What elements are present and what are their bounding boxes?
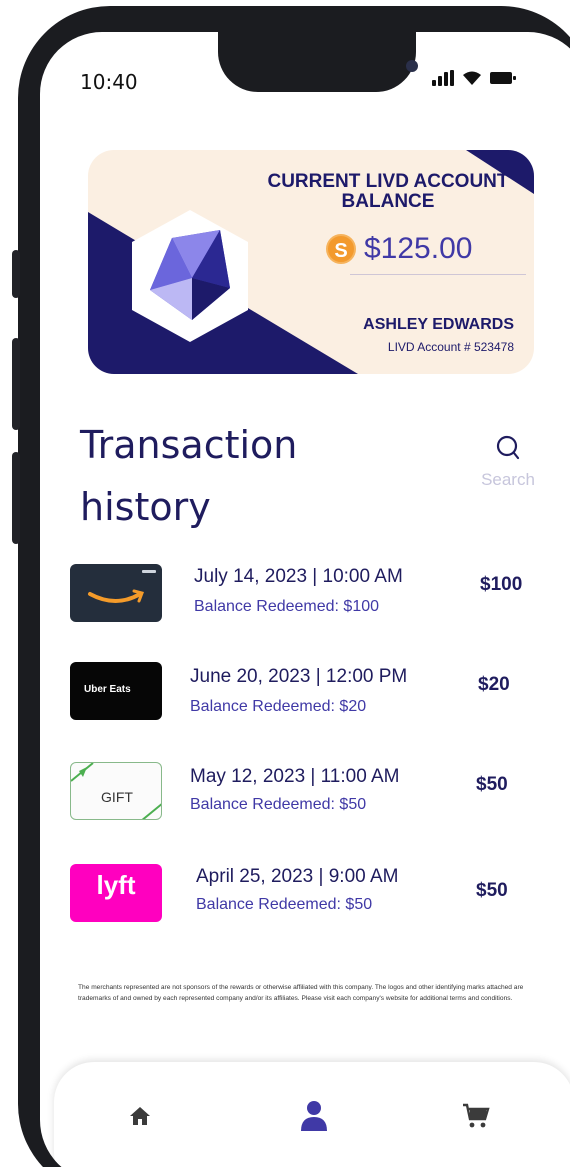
transaction-detail: Balance Redeemed: $100	[194, 598, 380, 615]
transaction-row[interactable]: GIFT May 12, 2023 | 11:00 AM Balance Red…	[70, 760, 540, 840]
transaction-amount: $50	[476, 774, 508, 795]
transaction-amount: $100	[480, 574, 523, 595]
nav-profile-button[interactable]	[294, 1096, 334, 1136]
home-icon	[130, 1107, 150, 1125]
uber-eats-logo: Uber Eats	[70, 662, 162, 720]
battery-icon	[490, 71, 516, 85]
mute-switch	[12, 250, 20, 298]
nav-home-button[interactable]	[120, 1096, 160, 1136]
search-button[interactable]: Search	[468, 434, 548, 490]
transaction-row[interactable]: Uber Eats June 20, 2023 | 12:00 PM Balan…	[70, 662, 540, 742]
uber-eats-logo-text: Uber Eats	[84, 684, 131, 695]
transaction-date: June 20, 2023 | 12:00 PM	[190, 666, 408, 687]
amazon-logo	[70, 564, 162, 622]
transaction-detail: Balance Redeemed: $50	[196, 896, 373, 913]
bottom-nav	[54, 1062, 570, 1167]
account-holder-name: ASHLEY EDWARDS	[363, 316, 514, 333]
notch	[218, 32, 418, 92]
user-icon	[301, 1101, 327, 1131]
coin-icon: S	[326, 234, 356, 264]
screen: 10:40 CURRENT LIVD ACCOUNT BALANCE S $12…	[40, 32, 570, 1167]
nav-cart-button[interactable]	[456, 1096, 496, 1136]
transaction-detail: Balance Redeemed: $20	[190, 698, 367, 715]
disclaimer-text: The merchants represented are not sponso…	[78, 984, 524, 1002]
lyft-logo: lyft	[70, 864, 162, 922]
balance-title: CURRENT LIVD ACCOUNT BALANCE	[267, 171, 509, 212]
search-icon	[496, 435, 520, 460]
signal-icon	[432, 70, 454, 86]
status-icons	[432, 70, 516, 86]
gift-card-logo: GIFT	[70, 762, 162, 820]
balance-underline	[350, 274, 526, 275]
transaction-date: May 12, 2023 | 11:00 AM	[190, 766, 400, 787]
balance-row: S $125.00	[326, 232, 472, 266]
cart-icon	[463, 1103, 490, 1128]
volume-down-button	[12, 452, 20, 544]
page-title: Transaction history	[80, 423, 298, 529]
transaction-date: July 14, 2023 | 10:00 AM	[194, 566, 403, 587]
balance-card[interactable]: CURRENT LIVD ACCOUNT BALANCE S $125.00 A…	[88, 150, 534, 374]
transaction-row[interactable]: lyft April 25, 2023 | 9:00 AM Balance Re…	[70, 862, 540, 942]
transaction-amount: $20	[478, 674, 510, 695]
wifi-icon	[462, 70, 482, 86]
lyft-logo-text: lyft	[96, 870, 136, 900]
search-label: Search	[481, 470, 535, 489]
transaction-date: April 25, 2023 | 9:00 AM	[196, 866, 399, 887]
livd-gem-logo	[132, 210, 248, 342]
account-number: LIVD Account # 523478	[387, 340, 514, 354]
transaction-detail: Balance Redeemed: $50	[190, 796, 367, 813]
volume-up-button	[12, 338, 20, 430]
balance-amount: $125.00	[364, 232, 473, 265]
status-time: 10:40	[80, 70, 138, 94]
front-camera	[406, 60, 418, 72]
transaction-row[interactable]: July 14, 2023 | 10:00 AM Balance Redeeme…	[70, 562, 540, 642]
transaction-amount: $50	[476, 880, 508, 901]
phone-frame: 10:40 CURRENT LIVD ACCOUNT BALANCE S $12…	[12, 6, 570, 1167]
gift-card-logo-text: GIFT	[101, 789, 133, 805]
